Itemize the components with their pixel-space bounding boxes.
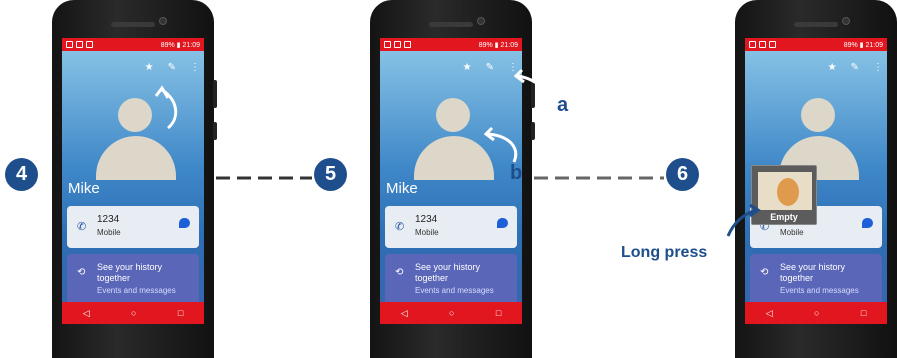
- history-subtitle: Events and messages: [780, 286, 859, 295]
- phone-card[interactable]: ✆ 1234 Mobile: [385, 206, 517, 248]
- contact-screen: 89% ▮ 21:09 ★ ✎ ⋮ Mike ✆ 1234 Mobile ⟲ S…: [380, 38, 522, 324]
- phone-type: Mobile: [780, 228, 804, 237]
- step-6-badge: 6: [666, 158, 699, 191]
- nav-bar: ◁ ○ □: [380, 302, 522, 324]
- history-icon: ⟲: [760, 267, 769, 278]
- nav-bar: ◁ ○ □: [745, 302, 887, 324]
- pencil-icon[interactable]: ✎: [851, 62, 859, 73]
- phone-icon[interactable]: ✆: [77, 220, 86, 233]
- phone-type: Mobile: [97, 228, 121, 237]
- phone-step-5: 89% ▮ 21:09 ★ ✎ ⋮ Mike ✆ 1234 Mobile ⟲ S…: [370, 0, 535, 358]
- history-title: See your history together: [415, 262, 481, 283]
- status-battery-time: 89% ▮ 21:09: [478, 41, 518, 49]
- more-vert-icon[interactable]: ⋮: [190, 62, 200, 73]
- message-icon[interactable]: [497, 218, 508, 228]
- phone-number: 1234: [415, 214, 438, 225]
- status-bar: 89% ▮ 21:09: [380, 38, 522, 51]
- empty-label: Empty: [770, 212, 798, 222]
- pencil-icon[interactable]: ✎: [168, 62, 176, 73]
- home-icon[interactable]: ○: [131, 308, 136, 318]
- annotation-a: a: [557, 94, 569, 116]
- front-camera: [477, 17, 485, 25]
- empty-photo-thumbnail: [758, 172, 812, 210]
- recents-icon[interactable]: □: [861, 308, 866, 318]
- history-title: See your history together: [97, 262, 163, 283]
- history-card[interactable]: ⟲ See your history together Events and m…: [67, 254, 199, 306]
- status-battery-time: 89% ▮ 21:09: [843, 41, 883, 49]
- more-vert-icon[interactable]: ⋮: [508, 62, 518, 73]
- history-subtitle: Events and messages: [97, 286, 176, 295]
- speaker: [111, 22, 155, 27]
- recents-icon[interactable]: □: [178, 308, 183, 318]
- phone-number: 1234: [97, 214, 120, 225]
- front-camera: [159, 17, 167, 25]
- contact-name: Mike: [386, 180, 418, 197]
- step-4-badge: 4: [5, 158, 38, 191]
- empty-photo-popup[interactable]: Empty: [751, 165, 817, 225]
- recents-icon[interactable]: □: [496, 308, 501, 318]
- contact-name: Mike: [68, 180, 100, 197]
- status-battery-time: 89% ▮ 21:09: [160, 41, 200, 49]
- message-icon[interactable]: [179, 218, 190, 228]
- side-button: [531, 80, 535, 108]
- speaker: [794, 22, 838, 27]
- history-icon: ⟲: [77, 267, 86, 278]
- contact-avatar[interactable]: [414, 98, 494, 183]
- phone-icon[interactable]: ✆: [395, 220, 404, 233]
- back-icon[interactable]: ◁: [766, 308, 773, 319]
- nav-bar: ◁ ○ □: [62, 302, 204, 324]
- more-vert-icon[interactable]: ⋮: [873, 62, 883, 73]
- status-bar: 89% ▮ 21:09: [62, 38, 204, 51]
- annotation-b: b: [510, 162, 523, 184]
- step-5-badge: 5: [314, 158, 347, 191]
- annotation-long-press: Long press: [621, 244, 708, 261]
- back-icon[interactable]: ◁: [83, 308, 90, 319]
- star-icon[interactable]: ★: [463, 62, 472, 73]
- home-icon[interactable]: ○: [814, 308, 819, 318]
- phone-card[interactable]: ✆ 1234 Mobile: [67, 206, 199, 248]
- pencil-icon[interactable]: ✎: [486, 62, 494, 73]
- side-button: [213, 80, 217, 108]
- message-icon[interactable]: [862, 218, 873, 228]
- history-icon: ⟲: [395, 267, 404, 278]
- contact-avatar[interactable]: [96, 98, 176, 183]
- home-icon[interactable]: ○: [449, 308, 454, 318]
- status-bar: 89% ▮ 21:09: [745, 38, 887, 51]
- speaker: [429, 22, 473, 27]
- star-icon[interactable]: ★: [828, 62, 837, 73]
- back-icon[interactable]: ◁: [401, 308, 408, 319]
- star-icon[interactable]: ★: [145, 62, 154, 73]
- history-title: See your history together: [780, 262, 846, 283]
- side-button: [213, 122, 217, 140]
- front-camera: [842, 17, 850, 25]
- contact-screen: 89% ▮ 21:09 ★ ✎ ⋮ Mike ✆ 1234 Mobile ⟲ S…: [62, 38, 204, 324]
- history-card[interactable]: ⟲ See your history together Events and m…: [385, 254, 517, 306]
- history-subtitle: Events and messages: [415, 286, 494, 295]
- phone-step-4: 89% ▮ 21:09 ★ ✎ ⋮ Mike ✆ 1234 Mobile ⟲ S…: [52, 0, 217, 358]
- side-button: [531, 122, 535, 140]
- history-card[interactable]: ⟲ See your history together Events and m…: [750, 254, 882, 306]
- phone-type: Mobile: [415, 228, 439, 237]
